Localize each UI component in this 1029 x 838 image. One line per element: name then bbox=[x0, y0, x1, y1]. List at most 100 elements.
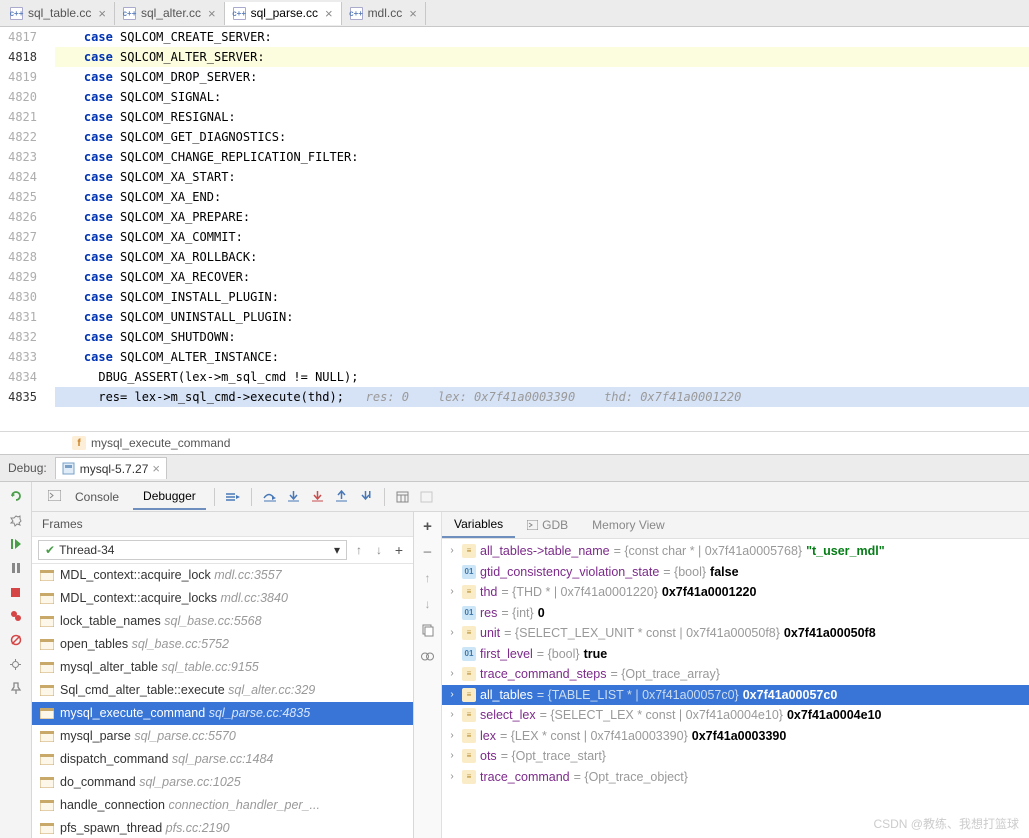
var-value: 0x7f41a00057c0 bbox=[743, 686, 838, 705]
expand-icon[interactable]: › bbox=[446, 768, 458, 787]
trace-button[interactable] bbox=[417, 487, 437, 507]
frames-header: Frames bbox=[32, 512, 413, 537]
copy-button[interactable] bbox=[420, 622, 436, 638]
expand-icon[interactable]: › bbox=[446, 727, 458, 746]
separator bbox=[251, 488, 252, 506]
vars-sidebar: + − ↑ ↓ bbox=[414, 512, 442, 838]
frame-item[interactable]: mysql_alter_table sql_table.cc:9155 bbox=[32, 656, 413, 679]
watches-button[interactable] bbox=[420, 648, 436, 664]
var-list[interactable]: ›≡ all_tables->table_name = {const char … bbox=[442, 539, 1029, 838]
down-button[interactable]: ↓ bbox=[420, 596, 436, 612]
remove-watch-button[interactable]: − bbox=[420, 544, 436, 560]
close-icon[interactable]: × bbox=[407, 6, 419, 21]
var-item[interactable]: ›≡ lex = {LEX * const | 0x7f41a0003390} … bbox=[442, 726, 1029, 747]
show-exec-point-button[interactable] bbox=[223, 487, 243, 507]
file-tab[interactable]: c++mdl.cc× bbox=[342, 2, 426, 25]
expand-icon[interactable]: › bbox=[446, 624, 458, 643]
code-editor[interactable]: 4817481848194820482148224823482448254826… bbox=[0, 27, 1029, 431]
var-item[interactable]: ›≡ thd = {THD * | 0x7f41a0001220} 0x7f41… bbox=[442, 582, 1029, 603]
file-tab[interactable]: c++sql_alter.cc× bbox=[115, 2, 225, 25]
frame-item[interactable]: pfs_spawn_thread pfs.cc:2190 bbox=[32, 817, 413, 838]
close-icon[interactable]: × bbox=[96, 6, 108, 21]
memory-view-tab[interactable]: Memory View bbox=[580, 512, 676, 538]
var-item[interactable]: 01 first_level = {bool} true bbox=[442, 644, 1029, 665]
step-over-button[interactable] bbox=[260, 487, 280, 507]
var-item[interactable]: ›≡ all_tables = {TABLE_LIST * | 0x7f41a0… bbox=[442, 685, 1029, 706]
vars-tabs: Variables GDB Memory View bbox=[442, 512, 1029, 539]
var-item[interactable]: 01 gtid_consistency_violation_state = {b… bbox=[442, 562, 1029, 583]
gdb-tab[interactable]: GDB bbox=[515, 512, 580, 538]
mute-breakpoints-button[interactable] bbox=[8, 632, 24, 648]
pin-button[interactable] bbox=[8, 680, 24, 696]
variables-tab[interactable]: Variables bbox=[442, 512, 515, 538]
rerun-button[interactable] bbox=[8, 488, 24, 504]
run-to-cursor-button[interactable] bbox=[356, 487, 376, 507]
expand-icon[interactable]: › bbox=[446, 583, 458, 602]
frame-location: sql_parse.cc:5570 bbox=[134, 729, 235, 743]
var-name: trace_command_steps bbox=[480, 665, 606, 684]
close-icon[interactable]: × bbox=[206, 6, 218, 21]
thread-selector[interactable]: ✔Thread-34 ▾ bbox=[38, 540, 347, 560]
frame-item[interactable]: lock_table_names sql_base.cc:5568 bbox=[32, 610, 413, 633]
frame-item[interactable]: MDL_context::acquire_locks mdl.cc:3840 bbox=[32, 587, 413, 610]
pause-button[interactable] bbox=[8, 560, 24, 576]
up-button[interactable]: ↑ bbox=[420, 570, 436, 586]
tab-label: sql_parse.cc bbox=[251, 6, 318, 20]
prev-frame-button[interactable]: ↑ bbox=[351, 542, 367, 558]
file-tab[interactable]: c++sql_parse.cc× bbox=[225, 2, 342, 25]
stop-button[interactable] bbox=[8, 584, 24, 600]
expand-icon[interactable]: › bbox=[446, 542, 458, 561]
debug-session-tab[interactable]: mysql-5.7.27 × bbox=[55, 457, 167, 479]
frame-list[interactable]: MDL_context::acquire_lock mdl.cc:3557MDL… bbox=[32, 564, 413, 838]
expand-icon[interactable]: › bbox=[446, 706, 458, 725]
new-watch-button[interactable]: + bbox=[420, 518, 436, 534]
var-item[interactable]: ›≡ ots = {Opt_trace_start} bbox=[442, 746, 1029, 767]
var-name: trace_command bbox=[480, 768, 570, 787]
var-name: gtid_consistency_violation_state bbox=[480, 563, 659, 582]
var-item[interactable]: ›≡ select_lex = {SELECT_LEX * const | 0x… bbox=[442, 705, 1029, 726]
console-tab-icon bbox=[48, 490, 61, 504]
add-button[interactable]: + bbox=[391, 542, 407, 558]
frame-item[interactable]: handle_connection connection_handler_per… bbox=[32, 794, 413, 817]
breadcrumb[interactable]: f mysql_execute_command bbox=[0, 431, 1029, 454]
code-area[interactable]: case SQLCOM_CREATE_SERVER: case SQLCOM_A… bbox=[55, 27, 1029, 431]
app-icon bbox=[62, 462, 76, 476]
type-icon: 01 bbox=[462, 565, 476, 579]
var-item[interactable]: ›≡ all_tables->table_name = {const char … bbox=[442, 541, 1029, 562]
evaluate-button[interactable] bbox=[393, 487, 413, 507]
frame-location: sql_base.cc:5568 bbox=[164, 614, 261, 628]
view-breakpoints-button[interactable] bbox=[8, 608, 24, 624]
layout-settings-button[interactable] bbox=[8, 656, 24, 672]
step-into-button[interactable] bbox=[284, 487, 304, 507]
expand-icon[interactable]: › bbox=[446, 747, 458, 766]
file-tab[interactable]: c++sql_table.cc× bbox=[2, 2, 115, 25]
step-out-button[interactable] bbox=[332, 487, 352, 507]
frame-item[interactable]: mysql_execute_command sql_parse.cc:4835 bbox=[32, 702, 413, 725]
var-item[interactable]: ›≡ trace_command_steps = {Opt_trace_arra… bbox=[442, 664, 1029, 685]
frame-item[interactable]: mysql_parse sql_parse.cc:5570 bbox=[32, 725, 413, 748]
debugger-tab[interactable]: Debugger bbox=[133, 484, 206, 510]
expand-icon[interactable]: › bbox=[446, 686, 458, 705]
force-step-into-button[interactable] bbox=[308, 487, 328, 507]
debug-label: Debug: bbox=[8, 461, 47, 475]
tab-label: sql_alter.cc bbox=[141, 6, 201, 20]
variables-panel: + − ↑ ↓ Variables GDB Memory View ›≡ all… bbox=[414, 512, 1029, 838]
expand-icon[interactable]: › bbox=[446, 665, 458, 684]
var-type: = {Opt_trace_array} bbox=[610, 665, 719, 684]
var-item[interactable]: ›≡ trace_command = {Opt_trace_object} bbox=[442, 767, 1029, 788]
frame-item[interactable]: do_command sql_parse.cc:1025 bbox=[32, 771, 413, 794]
var-item[interactable]: 01 res = {int} 0 bbox=[442, 603, 1029, 624]
close-icon[interactable]: × bbox=[152, 461, 160, 476]
frame-item[interactable]: dispatch_command sql_parse.cc:1484 bbox=[32, 748, 413, 771]
frame-item[interactable]: Sql_cmd_alter_table::execute sql_alter.c… bbox=[32, 679, 413, 702]
close-icon[interactable]: × bbox=[323, 6, 335, 21]
debug-body: Console Debugger Frames ✔Thread-34 bbox=[0, 482, 1029, 838]
frame-location: mdl.cc:3840 bbox=[221, 591, 288, 605]
resume-button[interactable] bbox=[8, 536, 24, 552]
console-tab[interactable]: Console bbox=[65, 485, 129, 509]
next-frame-button[interactable]: ↓ bbox=[371, 542, 387, 558]
settings-button[interactable] bbox=[8, 512, 24, 528]
frame-item[interactable]: open_tables sql_base.cc:5752 bbox=[32, 633, 413, 656]
var-item[interactable]: ›≡ unit = {SELECT_LEX_UNIT * const | 0x7… bbox=[442, 623, 1029, 644]
frame-item[interactable]: MDL_context::acquire_lock mdl.cc:3557 bbox=[32, 564, 413, 587]
